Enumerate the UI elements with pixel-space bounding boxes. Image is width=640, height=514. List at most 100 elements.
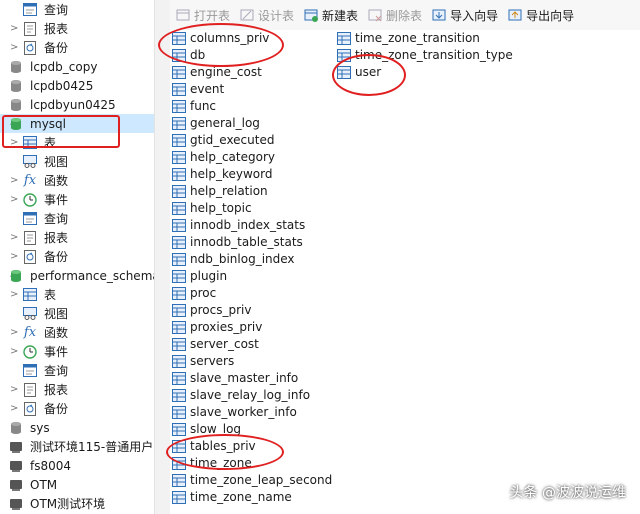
- table-item[interactable]: innodb_index_stats: [172, 217, 305, 233]
- navigation-tree: 查询 > 报表 > 备份 lcpdb_copy lcpdb0425 lcpdbyun0425 ⌄…: [0, 0, 154, 514]
- sidebar-item-label: performance_schema: [30, 268, 154, 283]
- table-icon: [172, 150, 186, 164]
- table-item-label: server_cost: [190, 337, 259, 351]
- open-table-button[interactable]: 打开表: [176, 7, 230, 24]
- sidebar-item[interactable]: > 备份: [0, 38, 68, 57]
- sidebar-item[interactable]: sys: [0, 418, 50, 437]
- sidebar-item-label: 查询: [44, 364, 69, 378]
- expand-chevron-icon[interactable]: >: [10, 327, 18, 338]
- sidebar-item[interactable]: > 报表: [0, 380, 68, 399]
- table-item[interactable]: plugin: [172, 268, 227, 284]
- table-item[interactable]: columns_priv: [172, 30, 269, 46]
- sidebar-item[interactable]: 查询: [0, 0, 68, 19]
- watermark: 头条 @波波说运维: [509, 485, 626, 501]
- sidebar-item[interactable]: > 事件: [0, 190, 68, 209]
- sidebar-item[interactable]: lcpdb_copy: [0, 57, 97, 76]
- import-wizard-button[interactable]: 导入向导: [432, 7, 498, 24]
- table-item-label: gtid_executed: [190, 133, 275, 147]
- expand-chevron-icon[interactable]: >: [10, 42, 18, 53]
- table-item[interactable]: slow_log: [172, 421, 241, 437]
- expand-chevron-icon[interactable]: >: [10, 175, 18, 186]
- query-icon: [22, 364, 38, 378]
- table-item[interactable]: procs_priv: [172, 302, 251, 318]
- expand-chevron-icon[interactable]: >: [10, 251, 18, 262]
- expand-chevron-icon[interactable]: >: [10, 194, 18, 205]
- table-item[interactable]: engine_cost: [172, 64, 262, 80]
- sidebar-item-label: 事件: [44, 193, 69, 207]
- new-table-button[interactable]: 新建表: [304, 7, 358, 24]
- sidebar-item[interactable]: > 备份: [0, 247, 68, 266]
- expand-chevron-icon[interactable]: >: [10, 232, 18, 243]
- table-item[interactable]: func: [172, 98, 216, 114]
- connection-icon: [8, 440, 24, 454]
- sidebar-item-label: OTM: [30, 477, 58, 492]
- table-item[interactable]: server_cost: [172, 336, 259, 352]
- table-item[interactable]: event: [172, 81, 224, 97]
- table-item[interactable]: slave_relay_log_info: [172, 387, 310, 403]
- sidebar-item[interactable]: 视图: [0, 304, 68, 323]
- table-item-label: help_topic: [190, 201, 252, 215]
- table-item[interactable]: help_category: [172, 149, 275, 165]
- table-item-label: general_log: [190, 116, 260, 130]
- table-item[interactable]: time_zone: [172, 455, 252, 471]
- sidebar-item-label: 报表: [44, 383, 69, 397]
- sidebar-item[interactable]: 视图: [0, 152, 68, 171]
- sidebar-item[interactable]: > 表: [0, 285, 56, 304]
- expand-chevron-icon[interactable]: >: [10, 403, 18, 414]
- table-item[interactable]: help_keyword: [172, 166, 272, 182]
- report-icon: [22, 230, 38, 245]
- sidebar-item[interactable]: ⌄mysql: [0, 114, 154, 133]
- table-item[interactable]: time_zone_name: [172, 489, 292, 505]
- sidebar-item[interactable]: 查询: [0, 209, 68, 228]
- sidebar-item[interactable]: fs8004: [0, 456, 71, 475]
- sidebar-item[interactable]: OTM测试环境: [0, 494, 105, 513]
- table-item[interactable]: time_zone_transition_type: [337, 47, 513, 63]
- sidebar-item[interactable]: > 事件: [0, 342, 68, 361]
- sidebar-item[interactable]: 测试环境115-普通用户: [0, 437, 153, 456]
- table-item[interactable]: time_zone_transition: [337, 30, 480, 46]
- table-item[interactable]: servers: [172, 353, 234, 369]
- table-item[interactable]: general_log: [172, 115, 260, 131]
- sidebar-item[interactable]: > 报表: [0, 19, 68, 38]
- sidebar-item-label: 测试环境115-普通用户: [30, 440, 154, 454]
- table-item[interactable]: db: [172, 47, 205, 63]
- table-item[interactable]: gtid_executed: [172, 132, 274, 148]
- sidebar-item[interactable]: > 表: [0, 133, 56, 152]
- sidebar-item[interactable]: ⌄performance_schema: [0, 266, 154, 285]
- table-item[interactable]: innodb_table_stats: [172, 234, 303, 250]
- table-item[interactable]: help_topic: [172, 200, 252, 216]
- table-item[interactable]: slave_master_info: [172, 370, 298, 386]
- sidebar-item[interactable]: > 备份: [0, 399, 68, 418]
- sidebar-item-label: lcpdbyun0425: [30, 97, 116, 112]
- design-table-icon: [240, 9, 254, 21]
- table-item[interactable]: time_zone_leap_second: [172, 472, 332, 488]
- sidebar-item[interactable]: 查询: [0, 361, 68, 380]
- expand-chevron-icon[interactable]: >: [10, 346, 18, 357]
- table-item[interactable]: slave_worker_info: [172, 404, 297, 420]
- export-wizard-button[interactable]: 导出向导: [508, 7, 574, 24]
- expand-chevron-icon[interactable]: >: [10, 289, 18, 300]
- delete-table-label: 删除表: [386, 8, 423, 23]
- table-item-label: ndb_binlog_index: [190, 252, 295, 266]
- table-item[interactable]: proxies_priv: [172, 319, 262, 335]
- sidebar-item[interactable]: > fx 函数: [0, 171, 68, 190]
- expand-chevron-icon[interactable]: >: [10, 384, 18, 395]
- sidebar-item[interactable]: lcpdbyun0425: [0, 95, 116, 114]
- table-icon: [172, 320, 186, 334]
- delete-table-button[interactable]: 删除表: [368, 7, 422, 24]
- table-item[interactable]: tables_priv: [172, 438, 256, 454]
- table-item[interactable]: ndb_binlog_index: [172, 251, 295, 267]
- table-item[interactable]: help_relation: [172, 183, 268, 199]
- export-wizard-label: 导出向导: [526, 8, 575, 23]
- expand-chevron-icon[interactable]: >: [10, 23, 18, 34]
- function-icon: fx: [23, 173, 37, 188]
- sidebar-item[interactable]: lcpdb0425: [0, 76, 93, 95]
- sidebar-item[interactable]: > fx 函数: [0, 323, 68, 342]
- expand-chevron-icon[interactable]: >: [10, 137, 18, 148]
- table-item[interactable]: proc: [172, 285, 216, 301]
- design-table-button[interactable]: 设计表: [240, 7, 294, 24]
- table-item[interactable]: user: [337, 64, 381, 80]
- sidebar-item[interactable]: > 报表: [0, 228, 68, 247]
- table-icon: [172, 354, 186, 368]
- sidebar-item[interactable]: OTM: [0, 475, 57, 494]
